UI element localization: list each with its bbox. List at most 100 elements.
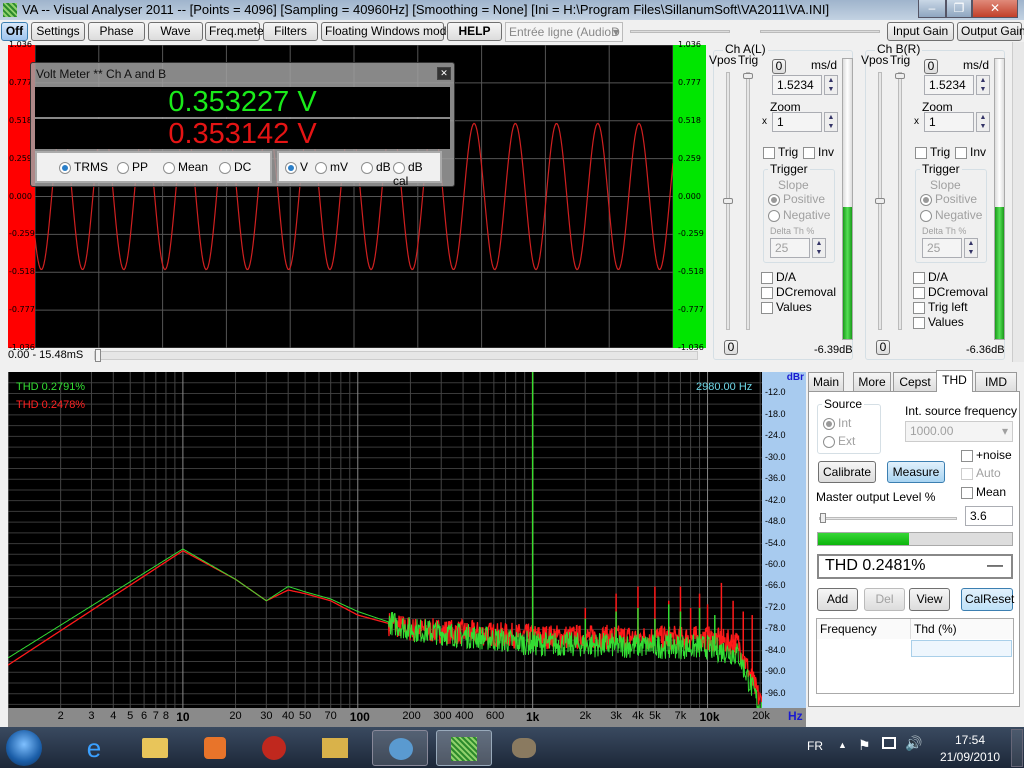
mode-radio-pp[interactable]: PP [117,160,148,174]
master-level-input[interactable]: 3.6 [965,506,1013,526]
inv-checkbox[interactable]: Inv [955,145,986,159]
zoom-spinner[interactable]: ▲ ▼ [824,112,838,132]
flag-icon[interactable]: ⚑ [858,737,871,754]
negative-radio[interactable]: Negative [920,208,982,222]
int-freq-select[interactable]: 1000.00 ▾ [905,421,1013,442]
negative-radio[interactable]: Negative [768,208,830,222]
time-scrollbar[interactable] [94,349,698,362]
input-gain-button[interactable]: Input Gain [887,22,954,41]
col-thd[interactable]: Thd (%) [911,619,1013,639]
source-int-radio[interactable]: Int [823,416,851,430]
app-icon-red[interactable] [246,730,302,766]
minimize-button[interactable]: – [918,0,946,18]
slider-2[interactable] [760,30,880,33]
app-icon-people[interactable] [372,730,428,766]
mode-radio-dc[interactable]: DC [219,160,251,174]
positive-radio[interactable]: Positive [768,192,825,206]
close-button[interactable]: ✕ [972,0,1018,18]
volume-icon[interactable]: 🔊 [905,735,922,752]
wave-button[interactable]: Wave [148,22,203,41]
source-ext-radio[interactable]: Ext [823,434,855,448]
phase-button[interactable]: Phase [88,22,145,41]
tab-imd[interactable]: IMD [975,372,1017,392]
msd-spinner[interactable]: ▲ ▼ [824,75,838,95]
measure-button[interactable]: Measure [887,461,945,483]
option-checkbox[interactable]: Values [913,315,964,329]
unit-radio[interactable]: mV [315,160,348,174]
clock-date[interactable]: 21/09/2010 [940,750,1000,764]
unit-radio[interactable]: dB cal [393,160,440,188]
tab-main[interactable]: Main [808,372,844,392]
zoom-spinner[interactable]: ▲ ▼ [976,112,990,132]
language-indicator[interactable]: FR [807,739,823,753]
start-button[interactable] [6,730,42,766]
delta-input[interactable]: 25 [770,238,810,258]
delta-spinner[interactable]: ▲ ▼ [812,238,826,258]
option-checkbox[interactable]: D/A [761,270,796,284]
gimp-icon[interactable] [496,730,552,766]
msd-input[interactable]: 1.5234 [924,75,974,95]
option-checkbox[interactable]: Trig left [913,300,968,314]
option-checkbox[interactable]: DCremoval [913,285,988,299]
mode-radio-mean[interactable]: Mean [163,160,208,174]
positive-radio[interactable]: Positive [920,192,977,206]
add-button[interactable]: Add [817,588,858,611]
off-button[interactable]: Off [1,22,28,41]
mean-checkbox[interactable]: Mean [961,485,1006,499]
tab-thd[interactable]: THD [936,370,973,392]
show-hidden-icons[interactable]: ▲ [838,740,847,750]
freq-meter-button[interactable]: Freq.meter [205,22,268,41]
media-player-icon[interactable] [186,730,242,766]
msd-input[interactable]: 1.5234 [772,75,822,95]
maximize-button[interactable]: ❐ [946,0,972,18]
input-device-select[interactable]: Entrée ligne (AudioD ▾ [505,22,623,42]
vpos-slider[interactable] [723,72,733,330]
trig-slider[interactable] [895,72,905,330]
reset-button[interactable]: 0 [724,340,738,355]
col-frequency[interactable]: Frequency [817,619,911,639]
option-checkbox[interactable]: D/A [913,270,948,284]
help-button[interactable]: HELP [447,22,502,41]
auto-checkbox[interactable]: Auto [961,466,1001,480]
zoom-input[interactable]: 1 [772,112,822,132]
slider-1[interactable] [630,30,730,33]
close-icon[interactable]: ✕ [437,67,451,80]
trig-slider[interactable] [743,72,753,330]
ie-icon[interactable]: e [66,730,122,766]
calreset-button[interactable]: CalReset [961,588,1014,611]
option-checkbox[interactable]: Values [761,300,812,314]
floating-windows-button[interactable]: Floating Windows mode [321,22,453,41]
calibrate-button[interactable]: Calibrate [818,461,876,483]
panel-scrollbar[interactable] [1012,42,1024,362]
visual-analyser-icon[interactable] [436,730,492,766]
explorer-icon[interactable] [126,730,182,766]
zoom-input[interactable]: 1 [924,112,974,132]
delta-input[interactable]: 25 [922,238,962,258]
trig-checkbox[interactable]: Trig [915,145,950,159]
vpos-slider[interactable] [875,72,885,330]
master-level-slider[interactable] [819,513,957,523]
settings-button[interactable]: Settings [31,22,85,41]
view-button[interactable]: View [909,588,950,611]
unit-radio[interactable]: dB [361,160,391,174]
show-desktop-button[interactable] [1011,729,1023,767]
noise-checkbox[interactable]: +noise [961,448,1012,462]
mode-radio-trms[interactable]: TRMS [59,160,108,174]
table-row[interactable] [911,640,1012,657]
output-gain-button[interactable]: Output Gain [957,22,1024,41]
inv-checkbox[interactable]: Inv [803,145,834,159]
tab-cepst[interactable]: Cepst [893,372,937,392]
clock-time[interactable]: 17:54 [955,733,985,747]
filters-button[interactable]: Filters [263,22,318,41]
msd-spinner[interactable]: ▲ ▼ [976,75,990,95]
network-icon[interactable] [882,737,896,749]
tab-more[interactable]: More [853,372,891,392]
app-icon-yellow[interactable] [306,730,362,766]
del-button[interactable]: Del [864,588,905,611]
scroll-thumb[interactable] [95,349,101,362]
unit-radio[interactable]: V [285,160,308,174]
option-checkbox[interactable]: DCremoval [761,285,836,299]
zero-button[interactable]: 0 [924,59,938,74]
delta-spinner[interactable]: ▲ ▼ [964,238,978,258]
zero-button[interactable]: 0 [772,59,786,74]
